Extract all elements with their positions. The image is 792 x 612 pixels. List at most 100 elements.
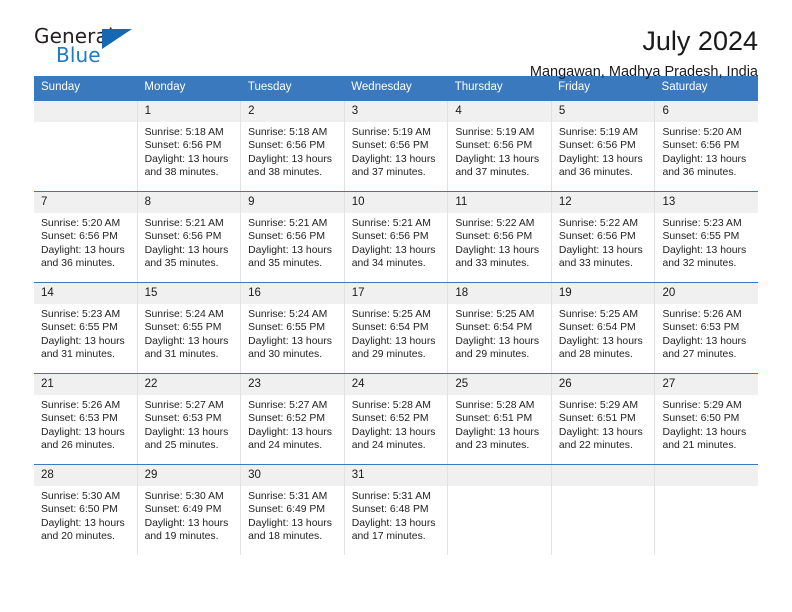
- daylight-text-line1: Daylight: 13 hours: [248, 426, 332, 438]
- day-cell[interactable]: [551, 465, 656, 555]
- sunset-text: Sunset: 6:54 PM: [351, 322, 429, 334]
- day-cell[interactable]: 22 Sunrise: 5:27 AM Sunset: 6:53 PM Dayl…: [137, 374, 242, 464]
- day-details: Sunrise: 5:24 AM Sunset: 6:55 PM Dayligh…: [241, 304, 344, 362]
- daylight-text-line2: and 32 minutes.: [662, 258, 737, 270]
- day-cell[interactable]: 20 Sunrise: 5:26 AM Sunset: 6:53 PM Dayl…: [655, 283, 759, 373]
- day-cell[interactable]: 5 Sunrise: 5:19 AM Sunset: 6:56 PM Dayli…: [551, 101, 656, 191]
- day-number: 23: [241, 374, 344, 395]
- sunrise-text: Sunrise: 5:21 AM: [351, 218, 431, 229]
- day-cell[interactable]: 2 Sunrise: 5:18 AM Sunset: 6:56 PM Dayli…: [241, 101, 345, 191]
- day-details: Sunrise: 5:25 AM Sunset: 6:54 PM Dayligh…: [448, 304, 551, 362]
- day-cell[interactable]: 15 Sunrise: 5:24 AM Sunset: 6:55 PM Dayl…: [137, 283, 242, 373]
- daylight-text-line2: and 23 minutes.: [455, 440, 530, 452]
- triangle-logo-icon: [102, 29, 132, 49]
- day-cell[interactable]: 7 Sunrise: 5:20 AM Sunset: 6:56 PM Dayli…: [34, 192, 138, 282]
- day-details: Sunrise: 5:19 AM Sunset: 6:56 PM Dayligh…: [345, 122, 448, 180]
- sunrise-text: Sunrise: 5:29 AM: [558, 400, 639, 411]
- daylight-text-line1: Daylight: 13 hours: [41, 517, 125, 529]
- day-cell[interactable]: 13 Sunrise: 5:23 AM Sunset: 6:55 PM Dayl…: [655, 192, 759, 282]
- calendar-page: General Blue July 2024 Mangawan, Madhya …: [0, 0, 792, 612]
- sunset-text: Sunset: 6:54 PM: [558, 322, 636, 334]
- day-details: Sunrise: 5:19 AM Sunset: 6:56 PM Dayligh…: [448, 122, 551, 180]
- day-number: [34, 101, 137, 122]
- daylight-text-line2: and 35 minutes.: [248, 258, 323, 270]
- day-cell[interactable]: 10 Sunrise: 5:21 AM Sunset: 6:56 PM Dayl…: [344, 192, 449, 282]
- day-details: Sunrise: 5:21 AM Sunset: 6:56 PM Dayligh…: [138, 213, 241, 271]
- daylight-text-line1: Daylight: 13 hours: [558, 244, 643, 256]
- daylight-text-line2: and 29 minutes.: [351, 349, 426, 361]
- sunrise-text: Sunrise: 5:31 AM: [351, 491, 431, 502]
- day-cell[interactable]: 3 Sunrise: 5:19 AM Sunset: 6:56 PM Dayli…: [344, 101, 449, 191]
- day-number: 2: [241, 101, 344, 122]
- day-cell[interactable]: 9 Sunrise: 5:21 AM Sunset: 6:56 PM Dayli…: [241, 192, 345, 282]
- day-details: Sunrise: 5:27 AM Sunset: 6:53 PM Dayligh…: [138, 395, 241, 453]
- day-number: 6: [655, 101, 759, 122]
- day-cell[interactable]: 18 Sunrise: 5:25 AM Sunset: 6:54 PM Dayl…: [448, 283, 552, 373]
- day-cell[interactable]: 29 Sunrise: 5:30 AM Sunset: 6:49 PM Dayl…: [137, 465, 242, 555]
- daylight-text-line2: and 35 minutes.: [144, 258, 219, 270]
- sunset-text: Sunset: 6:56 PM: [41, 231, 118, 243]
- day-cell[interactable]: 17 Sunrise: 5:25 AM Sunset: 6:54 PM Dayl…: [344, 283, 449, 373]
- day-details: Sunrise: 5:25 AM Sunset: 6:54 PM Dayligh…: [345, 304, 448, 362]
- day-cell[interactable]: 27 Sunrise: 5:29 AM Sunset: 6:50 PM Dayl…: [655, 374, 759, 464]
- day-number: 21: [34, 374, 137, 395]
- sunrise-text: Sunrise: 5:19 AM: [351, 127, 431, 138]
- calendar-week-row: 1 Sunrise: 5:18 AM Sunset: 6:56 PM Dayli…: [34, 100, 759, 191]
- daylight-text-line1: Daylight: 13 hours: [144, 426, 229, 438]
- sunset-text: Sunset: 6:50 PM: [41, 504, 118, 516]
- day-details: Sunrise: 5:29 AM Sunset: 6:50 PM Dayligh…: [655, 395, 758, 453]
- day-cell[interactable]: 1 Sunrise: 5:18 AM Sunset: 6:56 PM Dayli…: [137, 101, 242, 191]
- page-title: July 2024: [642, 26, 758, 56]
- daylight-text-line1: Daylight: 13 hours: [144, 153, 229, 165]
- day-cell[interactable]: 23 Sunrise: 5:27 AM Sunset: 6:52 PM Dayl…: [241, 374, 345, 464]
- day-number: 5: [551, 101, 655, 122]
- sunrise-text: Sunrise: 5:31 AM: [248, 491, 328, 502]
- day-number: 25: [448, 374, 551, 395]
- day-number: 20: [655, 283, 759, 304]
- day-cell[interactable]: [655, 465, 759, 555]
- day-cell[interactable]: 11 Sunrise: 5:22 AM Sunset: 6:56 PM Dayl…: [448, 192, 552, 282]
- day-cell[interactable]: [34, 101, 138, 191]
- sunrise-text: Sunrise: 5:29 AM: [662, 400, 742, 411]
- day-cell[interactable]: 14 Sunrise: 5:23 AM Sunset: 6:55 PM Dayl…: [34, 283, 138, 373]
- day-details: Sunrise: 5:28 AM Sunset: 6:52 PM Dayligh…: [345, 395, 448, 453]
- daylight-text-line2: and 36 minutes.: [558, 167, 633, 179]
- daylight-text-line1: Daylight: 13 hours: [662, 426, 747, 438]
- day-cell[interactable]: 24 Sunrise: 5:28 AM Sunset: 6:52 PM Dayl…: [344, 374, 449, 464]
- sunrise-text: Sunrise: 5:20 AM: [662, 127, 742, 138]
- day-cell[interactable]: 16 Sunrise: 5:24 AM Sunset: 6:55 PM Dayl…: [241, 283, 345, 373]
- daylight-text-line1: Daylight: 13 hours: [144, 517, 229, 529]
- day-cell[interactable]: 26 Sunrise: 5:29 AM Sunset: 6:51 PM Dayl…: [551, 374, 656, 464]
- sunset-text: Sunset: 6:49 PM: [248, 504, 325, 516]
- day-details: Sunrise: 5:23 AM Sunset: 6:55 PM Dayligh…: [34, 304, 137, 362]
- daylight-text-line2: and 21 minutes.: [662, 440, 737, 452]
- day-number: 1: [137, 101, 241, 122]
- day-details: Sunrise: 5:23 AM Sunset: 6:55 PM Dayligh…: [655, 213, 758, 271]
- day-cell[interactable]: [448, 465, 552, 555]
- day-cell[interactable]: 28 Sunrise: 5:30 AM Sunset: 6:50 PM Dayl…: [34, 465, 138, 555]
- sunrise-text: Sunrise: 5:24 AM: [144, 309, 224, 320]
- page-header: General Blue July 2024 Mangawan, Madhya …: [34, 0, 758, 80]
- sunrise-text: Sunrise: 5:30 AM: [144, 491, 224, 502]
- sunset-text: Sunset: 6:55 PM: [144, 322, 222, 334]
- daylight-text-line2: and 30 minutes.: [248, 349, 323, 361]
- sunset-text: Sunset: 6:52 PM: [351, 413, 429, 425]
- day-cell[interactable]: 4 Sunrise: 5:19 AM Sunset: 6:56 PM Dayli…: [448, 101, 552, 191]
- sunrise-text: Sunrise: 5:25 AM: [558, 309, 639, 320]
- day-details: Sunrise: 5:21 AM Sunset: 6:56 PM Dayligh…: [241, 213, 344, 271]
- day-details: Sunrise: 5:29 AM Sunset: 6:51 PM Dayligh…: [552, 395, 655, 453]
- daylight-text-line2: and 29 minutes.: [455, 349, 530, 361]
- day-cell[interactable]: 6 Sunrise: 5:20 AM Sunset: 6:56 PM Dayli…: [655, 101, 759, 191]
- sunset-text: Sunset: 6:53 PM: [662, 322, 740, 334]
- sunrise-text: Sunrise: 5:28 AM: [351, 400, 431, 411]
- day-cell[interactable]: 30 Sunrise: 5:31 AM Sunset: 6:49 PM Dayl…: [241, 465, 345, 555]
- day-cell[interactable]: 31 Sunrise: 5:31 AM Sunset: 6:48 PM Dayl…: [344, 465, 449, 555]
- day-cell[interactable]: 19 Sunrise: 5:25 AM Sunset: 6:54 PM Dayl…: [551, 283, 656, 373]
- day-number: 28: [34, 465, 137, 486]
- daylight-text-line2: and 22 minutes.: [558, 440, 633, 452]
- day-cell[interactable]: 21 Sunrise: 5:26 AM Sunset: 6:53 PM Dayl…: [34, 374, 138, 464]
- day-cell[interactable]: 8 Sunrise: 5:21 AM Sunset: 6:56 PM Dayli…: [137, 192, 242, 282]
- day-cell[interactable]: 25 Sunrise: 5:28 AM Sunset: 6:51 PM Dayl…: [448, 374, 552, 464]
- day-number: 17: [344, 283, 448, 304]
- day-cell[interactable]: 12 Sunrise: 5:22 AM Sunset: 6:56 PM Dayl…: [551, 192, 656, 282]
